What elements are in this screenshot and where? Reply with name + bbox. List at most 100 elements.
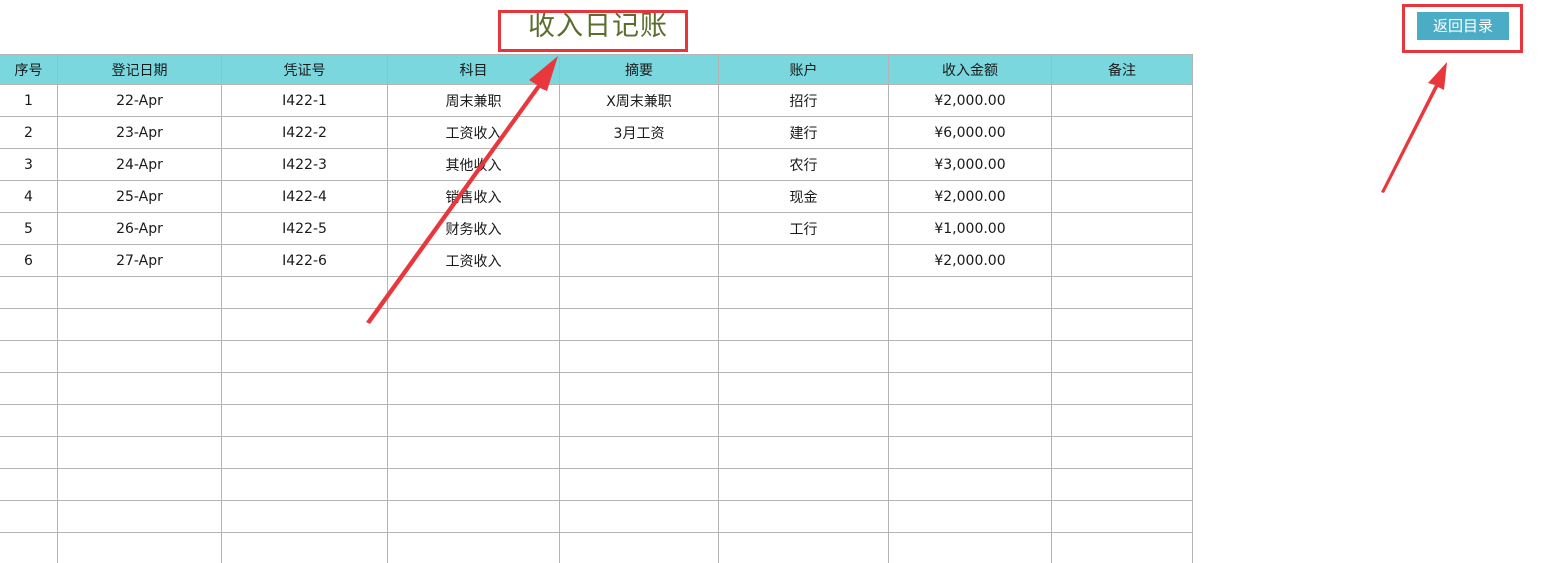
cell-date[interactable]: 23-Apr <box>57 116 222 149</box>
cell-amount[interactable]: ¥3,000.00 <box>888 148 1052 181</box>
cell-date[interactable]: 24-Apr <box>57 148 222 181</box>
cell-voucher[interactable]: I422-5 <box>221 212 388 245</box>
empty-cell[interactable] <box>57 276 222 309</box>
empty-cell[interactable] <box>221 500 388 533</box>
empty-cell[interactable] <box>387 532 560 563</box>
empty-cell[interactable] <box>0 436 58 469</box>
empty-cell[interactable] <box>559 532 719 563</box>
cell-subject[interactable]: 财务收入 <box>387 212 560 245</box>
empty-cell[interactable] <box>57 340 222 373</box>
empty-cell[interactable] <box>0 532 58 563</box>
cell-account[interactable]: 现金 <box>718 180 889 213</box>
empty-cell[interactable] <box>221 372 388 405</box>
empty-cell[interactable] <box>559 500 719 533</box>
header-date[interactable]: 登记日期 <box>57 54 222 85</box>
empty-cell[interactable] <box>559 308 719 341</box>
header-amount[interactable]: 收入金额 <box>888 54 1052 85</box>
empty-cell[interactable] <box>718 500 889 533</box>
empty-cell[interactable] <box>387 372 560 405</box>
empty-cell[interactable] <box>57 468 222 501</box>
cell-note[interactable] <box>1051 244 1193 277</box>
empty-cell[interactable] <box>888 468 1052 501</box>
empty-cell[interactable] <box>0 372 58 405</box>
cell-note[interactable] <box>1051 148 1193 181</box>
cell-date[interactable]: 26-Apr <box>57 212 222 245</box>
empty-cell[interactable] <box>387 436 560 469</box>
cell-note[interactable] <box>1051 180 1193 213</box>
empty-cell[interactable] <box>559 436 719 469</box>
empty-cell[interactable] <box>221 308 388 341</box>
empty-cell[interactable] <box>221 468 388 501</box>
header-note[interactable]: 备注 <box>1051 54 1193 85</box>
empty-cell[interactable] <box>1051 436 1193 469</box>
empty-cell[interactable] <box>1051 532 1193 563</box>
cell-subject[interactable]: 其他收入 <box>387 148 560 181</box>
empty-cell[interactable] <box>1051 340 1193 373</box>
cell-amount[interactable]: ¥6,000.00 <box>888 116 1052 149</box>
cell-summary[interactable]: 3月工资 <box>559 116 719 149</box>
cell-amount[interactable]: ¥1,000.00 <box>888 212 1052 245</box>
empty-cell[interactable] <box>0 276 58 309</box>
header-voucher[interactable]: 凭证号 <box>221 54 388 85</box>
empty-cell[interactable] <box>718 308 889 341</box>
empty-cell[interactable] <box>221 340 388 373</box>
cell-summary[interactable] <box>559 212 719 245</box>
empty-cell[interactable] <box>559 340 719 373</box>
cell-date[interactable]: 27-Apr <box>57 244 222 277</box>
empty-cell[interactable] <box>718 404 889 437</box>
cell-voucher[interactable]: I422-1 <box>221 84 388 117</box>
cell-voucher[interactable]: I422-6 <box>221 244 388 277</box>
empty-cell[interactable] <box>57 404 222 437</box>
cell-subject[interactable]: 销售收入 <box>387 180 560 213</box>
empty-cell[interactable] <box>888 500 1052 533</box>
empty-cell[interactable] <box>0 500 58 533</box>
cell-voucher[interactable]: I422-4 <box>221 180 388 213</box>
empty-cell[interactable] <box>1051 468 1193 501</box>
empty-cell[interactable] <box>221 276 388 309</box>
empty-cell[interactable] <box>1051 404 1193 437</box>
empty-cell[interactable] <box>559 276 719 309</box>
empty-cell[interactable] <box>559 404 719 437</box>
cell-voucher[interactable]: I422-3 <box>221 148 388 181</box>
cell-no[interactable]: 6 <box>0 244 58 277</box>
empty-cell[interactable] <box>387 468 560 501</box>
cell-date[interactable]: 22-Apr <box>57 84 222 117</box>
cell-no[interactable]: 5 <box>0 212 58 245</box>
header-no[interactable]: 序号 <box>0 54 58 85</box>
empty-cell[interactable] <box>559 372 719 405</box>
empty-cell[interactable] <box>57 372 222 405</box>
empty-cell[interactable] <box>1051 372 1193 405</box>
empty-cell[interactable] <box>718 276 889 309</box>
cell-note[interactable] <box>1051 84 1193 117</box>
cell-account[interactable]: 农行 <box>718 148 889 181</box>
cell-note[interactable] <box>1051 116 1193 149</box>
empty-cell[interactable] <box>387 500 560 533</box>
empty-cell[interactable] <box>387 308 560 341</box>
empty-cell[interactable] <box>888 532 1052 563</box>
cell-summary[interactable]: X周末兼职 <box>559 84 719 117</box>
header-subject[interactable]: 科目 <box>387 54 560 85</box>
empty-cell[interactable] <box>387 276 560 309</box>
empty-cell[interactable] <box>1051 500 1193 533</box>
empty-cell[interactable] <box>888 372 1052 405</box>
cell-note[interactable] <box>1051 212 1193 245</box>
empty-cell[interactable] <box>888 404 1052 437</box>
empty-cell[interactable] <box>888 436 1052 469</box>
cell-no[interactable]: 4 <box>0 180 58 213</box>
cell-amount[interactable]: ¥2,000.00 <box>888 84 1052 117</box>
empty-cell[interactable] <box>0 340 58 373</box>
empty-cell[interactable] <box>718 340 889 373</box>
empty-cell[interactable] <box>57 500 222 533</box>
cell-subject[interactable]: 工资收入 <box>387 116 560 149</box>
cell-account[interactable]: 建行 <box>718 116 889 149</box>
header-account[interactable]: 账户 <box>718 54 889 85</box>
empty-cell[interactable] <box>387 340 560 373</box>
cell-summary[interactable] <box>559 148 719 181</box>
cell-summary[interactable] <box>559 244 719 277</box>
cell-no[interactable]: 2 <box>0 116 58 149</box>
cell-voucher[interactable]: I422-2 <box>221 116 388 149</box>
cell-no[interactable]: 3 <box>0 148 58 181</box>
empty-cell[interactable] <box>0 404 58 437</box>
empty-cell[interactable] <box>718 468 889 501</box>
cell-no[interactable]: 1 <box>0 84 58 117</box>
